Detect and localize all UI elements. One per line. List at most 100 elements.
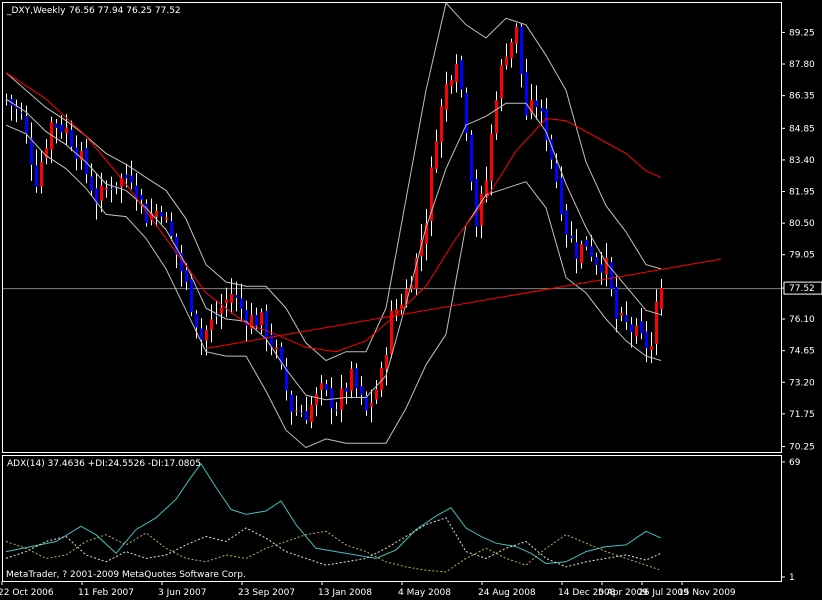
candle <box>320 375 323 406</box>
candle <box>570 221 573 243</box>
candle <box>335 402 338 416</box>
time-tick-label: 4 May 2008 <box>398 588 451 598</box>
candle <box>540 99 543 125</box>
price-tick-label: 87.80 <box>789 60 815 70</box>
candle-down-body <box>290 394 293 412</box>
candle <box>305 396 308 424</box>
candle-down-body <box>265 310 268 339</box>
candle <box>430 156 433 237</box>
candle-down-body <box>115 185 118 187</box>
candle <box>475 169 478 237</box>
candle <box>625 301 628 330</box>
candle <box>180 245 183 287</box>
candle-down-body <box>640 321 643 334</box>
candle <box>450 75 453 94</box>
price-tick-label: 86.35 <box>789 92 815 102</box>
candle-down-body <box>355 368 358 389</box>
candle <box>35 149 38 193</box>
candle-down-body <box>475 178 478 227</box>
candle <box>490 124 493 196</box>
candle <box>265 304 268 352</box>
trendline <box>205 258 722 349</box>
candle-up-body <box>500 65 503 99</box>
candle <box>235 281 238 312</box>
candle-down-body <box>25 116 28 135</box>
candle <box>330 377 333 425</box>
candle <box>220 293 223 329</box>
candle-up-body <box>515 26 518 44</box>
candle <box>630 317 633 348</box>
candle-up-body <box>65 127 68 134</box>
candle-down-body <box>470 134 473 182</box>
candle-down-body <box>30 137 33 165</box>
candle <box>610 257 613 297</box>
candle <box>365 391 368 416</box>
candle-up-body <box>370 402 373 407</box>
price-tick-label: 80.50 <box>789 219 815 229</box>
price-chart: _DXY,Weekly 76.56 77.94 76.25 77.52 ADX(… <box>0 2 822 598</box>
candle <box>160 205 163 224</box>
candle-down-body <box>125 174 128 179</box>
candle <box>40 150 43 194</box>
candle-down-body <box>240 298 243 309</box>
candle-up-body <box>225 299 228 304</box>
candle-up-body <box>155 210 158 217</box>
main-panel-frame <box>2 2 782 453</box>
candle <box>240 283 243 322</box>
candle <box>660 278 663 316</box>
candle <box>260 308 263 334</box>
candle-up-body <box>310 404 313 423</box>
candle-down-body <box>590 246 593 257</box>
candle <box>655 289 658 356</box>
candle <box>130 160 133 190</box>
time-tick-label: 11 Feb 2007 <box>78 588 134 598</box>
candle-down-body <box>200 328 203 340</box>
candle <box>45 139 48 165</box>
price-axis: 89.25 87.80 86.35 84.85 83.40 81.95 80.50 79.05… <box>781 28 822 453</box>
candle-up-body <box>220 307 223 314</box>
candle <box>250 303 253 335</box>
candle <box>390 300 393 359</box>
adx-line <box>5 462 662 565</box>
candle <box>170 212 173 241</box>
candle-up-body <box>605 257 608 275</box>
candle-down-body <box>195 313 198 328</box>
candle <box>115 182 118 195</box>
candle <box>375 380 378 405</box>
candle <box>360 376 363 405</box>
candle <box>345 382 348 405</box>
candle <box>620 306 623 322</box>
candle <box>465 87 468 141</box>
candle-down-body <box>60 124 63 133</box>
candle-up-body <box>480 193 483 226</box>
candle-up-body <box>495 100 498 134</box>
candle <box>515 23 518 54</box>
candle-down-body <box>300 413 303 415</box>
candle-down-body <box>20 112 23 114</box>
candle <box>510 38 513 68</box>
candle <box>315 387 318 417</box>
candle-up-body <box>655 301 658 345</box>
candle-down-body <box>215 315 218 317</box>
candle <box>140 188 143 214</box>
time-tick-label: 15 Nov 2009 <box>678 588 736 598</box>
candle-up-body <box>385 355 388 370</box>
candle-up-body <box>165 217 168 220</box>
candle-up-body <box>340 388 343 410</box>
price-tick-label: 71.75 <box>789 410 815 420</box>
candle-down-body <box>55 123 58 128</box>
current-price-label: 77.52 <box>789 284 815 294</box>
candle-up-body <box>510 42 513 59</box>
candle-up-body <box>620 313 623 316</box>
candle-down-body <box>330 388 333 409</box>
candle <box>200 318 203 355</box>
candle-down-body <box>540 107 543 112</box>
candle <box>295 395 298 416</box>
candle <box>635 318 638 344</box>
candle-up-body <box>105 187 108 190</box>
candlestick-series <box>5 23 663 429</box>
candle <box>155 203 158 227</box>
candle-up-body <box>650 346 653 351</box>
candle <box>20 102 23 120</box>
candle-up-body <box>580 244 583 263</box>
